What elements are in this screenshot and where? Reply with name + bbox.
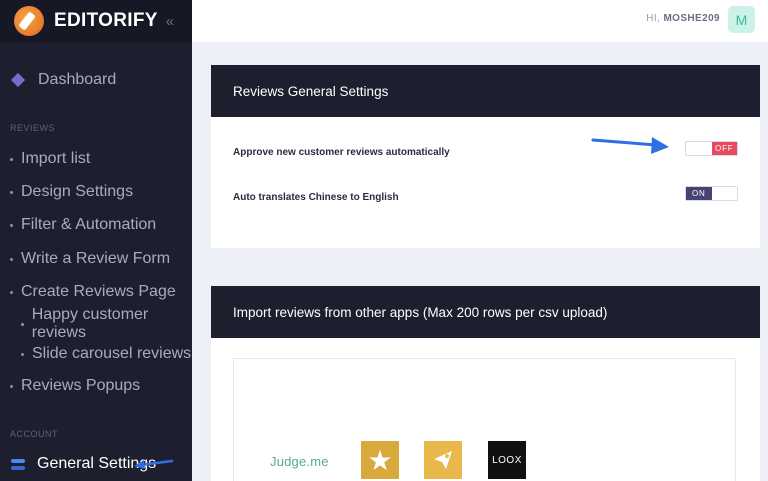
sidebar-item-reviews-popups[interactable]: Reviews Popups — [0, 376, 192, 396]
toggle-on-label: ON — [686, 187, 712, 200]
section-reviews: REVIEWS — [10, 123, 56, 133]
bullet-icon — [10, 290, 13, 294]
pointer-arrow-icon — [591, 137, 669, 154]
sidebar-item-label: Design Settings — [21, 183, 134, 200]
toggle-off-part — [711, 187, 737, 200]
sidebar-item-label: Create Reviews Page — [21, 283, 176, 300]
top-bar: HI, MOSHE209 M — [192, 0, 768, 42]
setting-label-translate: Auto translates Chinese to English — [233, 192, 399, 203]
sidebar-item-label: Write a Review Form — [21, 250, 171, 267]
sidebar-item-create-reviews-page[interactable]: Create Reviews Page › — [0, 282, 192, 302]
sidebar-item-slide-carousel-reviews[interactable]: Slide carousel reviews — [0, 344, 192, 364]
brand-name: EDITORIFY — [54, 10, 158, 31]
setting-label-approve: Approve new customer reviews automatical… — [233, 147, 450, 158]
sidebar-item-happy-customer-reviews[interactable]: Happy customer reviews — [0, 306, 192, 341]
import-apps-panel: Judge.me ★ LOOX — [233, 358, 736, 481]
collapse-sidebar-icon[interactable]: « — [166, 13, 174, 30]
card-title: Reviews General Settings — [211, 65, 760, 117]
translate-toggle[interactable]: ON — [685, 186, 738, 201]
settings-toggle-icon — [11, 458, 25, 470]
toggle-off-label: OFF — [711, 142, 737, 155]
loox-logo[interactable]: LOOX — [488, 441, 526, 479]
import-reviews-card: Import reviews from other apps (Max 200 … — [211, 286, 760, 481]
sidebar-item-import-list[interactable]: Import list — [0, 149, 192, 169]
sidebar-item-label: Slide carousel reviews — [32, 345, 192, 362]
sidebar-item-design-settings[interactable]: Design Settings — [0, 182, 192, 202]
bullet-icon — [10, 257, 13, 261]
sidebar: EDITORIFY « Dashboard REVIEWS Import lis… — [0, 0, 192, 481]
bullet-icon — [21, 322, 24, 326]
sidebar-item-label: Reviews Popups — [21, 377, 141, 394]
star-icon[interactable]: ★ — [361, 441, 399, 479]
bullet-icon — [10, 223, 13, 227]
section-account: ACCOUNT — [10, 429, 58, 439]
bullet-icon — [10, 157, 13, 161]
avatar[interactable]: M — [728, 6, 755, 33]
bullet-icon — [21, 352, 24, 356]
user-greeting: HI, MOSHE209 — [646, 13, 720, 24]
dashboard-icon — [10, 72, 26, 88]
card-title: Import reviews from other apps (Max 200 … — [211, 286, 760, 338]
greeting-text: HI, — [646, 13, 661, 24]
judgeme-logo[interactable]: Judge.me — [270, 454, 329, 469]
sidebar-item-write-review-form[interactable]: Write a Review Form — [0, 249, 192, 269]
sidebar-item-label: Dashboard — [38, 71, 117, 88]
chevron-right-icon: › — [167, 286, 171, 298]
bullet-icon — [10, 384, 13, 388]
bird-icon[interactable] — [424, 441, 462, 479]
brand-bar: EDITORIFY « — [0, 0, 192, 42]
approve-reviews-toggle[interactable]: OFF — [685, 141, 738, 156]
sidebar-item-label: Filter & Automation — [21, 216, 157, 233]
general-settings-card: Reviews General Settings Approve new cus… — [211, 65, 760, 248]
toggle-on-part — [686, 142, 712, 155]
username: MOSHE209 — [663, 13, 720, 24]
sidebar-item-filter-automation[interactable]: Filter & Automation — [0, 215, 192, 235]
sidebar-item-label: Import list — [21, 150, 91, 167]
logo-icon — [14, 6, 44, 36]
bullet-icon — [10, 190, 13, 194]
sidebar-item-dashboard[interactable]: Dashboard — [0, 70, 192, 90]
pointer-arrow-icon — [134, 459, 174, 469]
sidebar-item-label: Happy customer reviews — [31, 306, 149, 341]
